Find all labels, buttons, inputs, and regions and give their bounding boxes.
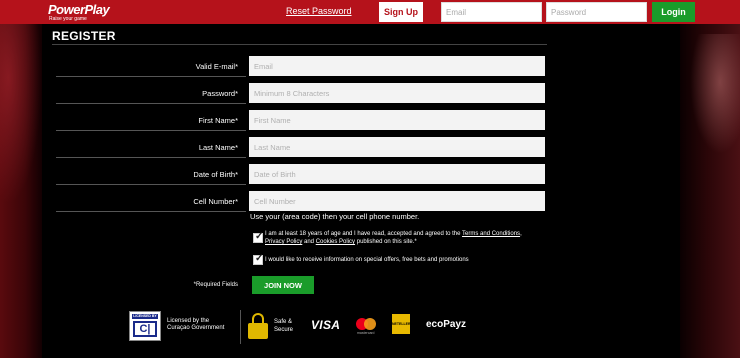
required-fields-note: *Required Fields — [193, 282, 238, 288]
cell-number-label: Cell Number* — [193, 197, 238, 206]
privacy-policy-link[interactable]: Privacy Policy — [265, 239, 302, 245]
mastercard-logo — [356, 316, 378, 332]
terms-link[interactable]: Terms and Conditions — [462, 231, 520, 237]
footer-divider — [240, 310, 241, 344]
cell-number-field[interactable] — [249, 191, 545, 211]
brand-logo[interactable]: PowerPlay Raise your game — [48, 2, 110, 22]
title-divider — [52, 44, 547, 45]
top-bar: PowerPlay Raise your game Reset Password… — [0, 0, 740, 24]
visa-logo: VISA — [311, 318, 341, 332]
row-divider — [56, 211, 246, 212]
password-label: Password* — [202, 89, 238, 98]
row-divider — [56, 184, 246, 185]
lock-icon — [248, 313, 268, 339]
password-field[interactable] — [249, 83, 545, 103]
terms-checkbox[interactable]: ✓ — [253, 231, 264, 243]
reset-password-link[interactable]: Reset Password — [286, 6, 352, 16]
email-label: Valid E-mail* — [195, 62, 238, 71]
last-name-label: Last Name* — [198, 143, 238, 152]
checkmark-icon: ✓ — [255, 231, 264, 242]
login-button[interactable]: Login — [652, 2, 695, 22]
row-divider — [56, 157, 246, 158]
login-password-input[interactable] — [546, 2, 647, 22]
row-divider — [56, 130, 246, 131]
row-divider — [56, 103, 246, 104]
join-now-button[interactable]: JOIN NOW — [252, 276, 314, 294]
license-text-line2: Curaçao Government — [167, 325, 225, 331]
terms-separator: , — [520, 231, 522, 237]
neteller-logo: NETELLER — [392, 314, 410, 334]
safe-text-line2: Secure — [274, 327, 294, 333]
first-name-field[interactable] — [249, 110, 545, 130]
offers-text: I would like to receive information on s… — [265, 257, 469, 263]
terms-separator: and — [302, 239, 316, 245]
safe-text-line1: Safe & — [274, 319, 293, 325]
date-of-birth-field[interactable] — [249, 164, 545, 184]
terms-text-suffix: published on this site.* — [355, 239, 417, 245]
brand-name: PowerPlay — [48, 2, 110, 17]
background-image-right — [680, 24, 740, 358]
email-field[interactable] — [249, 56, 545, 76]
register-page: PowerPlay Raise your game Reset Password… — [0, 0, 740, 358]
first-name-label: First Name* — [198, 116, 238, 125]
page-title: REGISTER — [52, 29, 116, 43]
login-email-input[interactable] — [441, 2, 542, 22]
row-divider — [56, 76, 246, 77]
curacao-license-badge[interactable]: LICENSED BY C| — [129, 311, 161, 341]
license-text: Licensed by the Curaçao Government — [167, 318, 224, 332]
offers-checkbox[interactable]: ✓ — [253, 253, 264, 265]
last-name-field[interactable] — [249, 137, 545, 157]
background-image-left — [0, 24, 42, 358]
license-badge-top: LICENSED BY — [132, 314, 158, 319]
mastercard-wordmark: mastercard — [357, 331, 375, 335]
date-of-birth-label: Date of Birth* — [193, 170, 238, 179]
terms-text-prefix: I am at least 18 years of age and I have… — [265, 231, 463, 237]
terms-text: I am at least 18 years of age and I have… — [265, 230, 527, 246]
ecopayz-logo: ecoPayz — [426, 319, 467, 330]
license-badge-mark: C| — [133, 321, 157, 337]
signup-button[interactable]: Sign Up — [379, 2, 423, 22]
cookies-policy-link[interactable]: Cookies Policy — [316, 239, 355, 245]
license-text-line1: Licensed by the — [167, 318, 210, 324]
checkmark-icon: ✓ — [255, 253, 264, 264]
safe-secure-text: Safe & Secure — [274, 318, 293, 334]
cell-number-hint: Use your (area code) then your cell phon… — [250, 212, 420, 221]
